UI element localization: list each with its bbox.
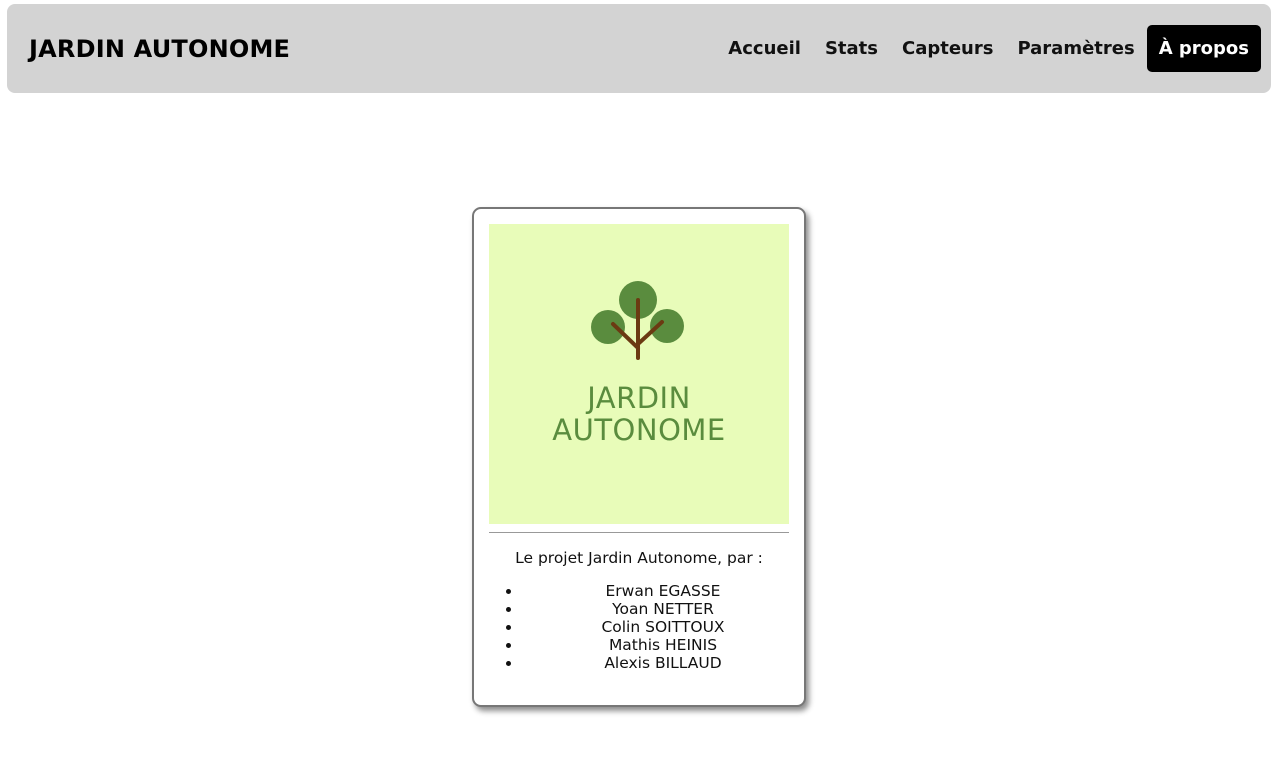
list-item: Erwan EGASSE — [522, 582, 804, 600]
nav-link-a-propos[interactable]: À propos — [1146, 25, 1261, 72]
list-item: Mathis HEINIS — [522, 636, 804, 654]
tree-icon — [591, 281, 684, 360]
list-item: Colin SOITTOUX — [522, 618, 804, 636]
logo-title: JARDIN AUTONOME — [489, 382, 789, 446]
nav-link-parametres[interactable]: Paramètres — [1005, 26, 1146, 71]
list-item: Yoan NETTER — [522, 600, 804, 618]
logo-image: JARDIN AUTONOME — [489, 224, 789, 524]
logo-title-line-1: JARDIN — [587, 381, 691, 415]
project-intro: Le projet Jardin Autonome, par : — [515, 549, 763, 567]
logo-title-line-2: AUTONOME — [552, 413, 726, 447]
members-list: Erwan EGASSE Yoan NETTER Colin SOITTOUX … — [510, 582, 804, 672]
about-card: JARDIN AUTONOME Le projet Jardin Autonom… — [472, 207, 806, 707]
nav-link-stats[interactable]: Stats — [813, 26, 890, 71]
nav-link-capteurs[interactable]: Capteurs — [890, 26, 1005, 71]
site-brand[interactable]: JARDIN AUTONOME — [29, 35, 290, 63]
divider — [489, 532, 789, 533]
list-item: Alexis BILLAUD — [522, 654, 804, 672]
navbar: JARDIN AUTONOME Accueil Stats Capteurs P… — [7, 4, 1271, 93]
nav-link-accueil[interactable]: Accueil — [716, 26, 813, 71]
nav-links: Accueil Stats Capteurs Paramètres À prop… — [716, 25, 1261, 72]
